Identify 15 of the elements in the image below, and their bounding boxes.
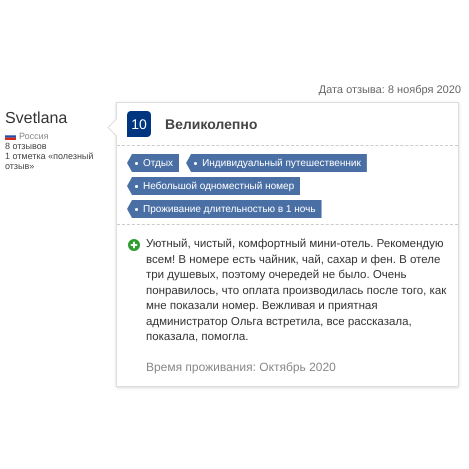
tag: Отдых xyxy=(127,154,180,172)
reviewer-name: Svetlana xyxy=(5,110,68,128)
rating-label: Великолепно xyxy=(165,116,258,132)
tag: Небольшой одноместный номер xyxy=(127,177,300,195)
tag: Проживание длительностью в 1 ночь xyxy=(127,200,322,218)
reviewer-country: Россия xyxy=(19,131,49,141)
reviews-count: 8 отзывов xyxy=(5,141,48,151)
review-date: Дата отзыва: 8 ноября 2020 xyxy=(318,84,461,98)
flag-icon xyxy=(5,132,16,140)
score-badge: 10 xyxy=(127,111,151,137)
review-text: Уютный, чистый, комфортный мини-отель. Рекомендую всем! В номере есть чайник, чай, сахар и фен. В отеле три душевых, поэтому очередей не было. Очень понравилось, что оплата производилась после того, как мне показали номер. Вежливая и приятная администратор Ольга встретила, все рассказала, показала, помогла. xyxy=(146,237,448,345)
helpful-votes: 1 отметка «полезный отзыв» xyxy=(5,151,94,171)
plus-icon xyxy=(128,239,140,251)
stay-date: Время проживания: Октябрь 2020 xyxy=(145,360,337,374)
tag: Индивидуальный путешественник xyxy=(186,154,367,172)
